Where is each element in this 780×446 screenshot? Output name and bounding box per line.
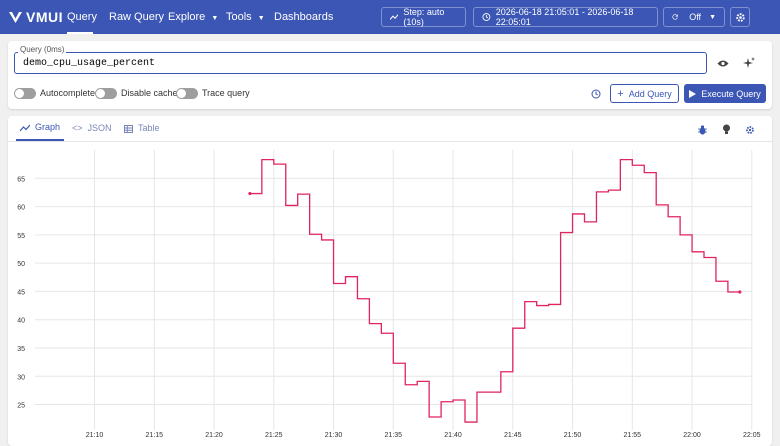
nav-tools-label: Tools	[226, 11, 252, 23]
eye-icon[interactable]	[716, 57, 730, 69]
query-input[interactable]: demo_cpu_usage_percent	[14, 52, 707, 74]
bug-icon[interactable]	[697, 124, 708, 135]
nav-explore-label: Explore	[168, 11, 206, 23]
nav-query[interactable]: Query	[67, 0, 97, 34]
execute-query-button[interactable]: Execute Query	[684, 84, 766, 103]
disable-cache-label: Disable cache	[121, 88, 178, 98]
clock-icon	[482, 13, 491, 21]
tab-graph-label: Graph	[35, 122, 61, 132]
tab-json-label: JSON	[87, 123, 112, 133]
graph-panel	[8, 116, 772, 446]
table-icon	[124, 124, 133, 133]
tab-graph[interactable]: Graph	[16, 116, 65, 141]
nav-raw-query[interactable]: Raw Query	[109, 0, 164, 34]
time-range-button[interactable]: 2026-06-18 21:05:01 - 2026-06-18 22:05:0…	[473, 7, 658, 27]
sparkle-icon[interactable]	[742, 56, 756, 69]
settings-button[interactable]	[730, 7, 750, 27]
nav-tools[interactable]: Tools ▼	[226, 0, 265, 34]
refresh-label: Off	[689, 12, 702, 22]
add-query-button[interactable]: + Add Query	[610, 84, 679, 103]
execute-query-label: Execute Query	[701, 88, 761, 99]
history-icon[interactable]	[590, 88, 602, 100]
vmui-logo[interactable]: VMUI	[8, 8, 63, 26]
disable-cache-toggle[interactable]	[95, 88, 117, 99]
refresh-button[interactable]: Off ▼	[663, 7, 725, 27]
refresh-icon	[672, 14, 678, 20]
plus-icon: +	[617, 87, 624, 100]
chevron-down-icon: ▼	[211, 15, 219, 22]
step-icon	[390, 14, 399, 20]
top-bar: VMUI Query Raw Query Explore ▼ Tools ▼ D…	[0, 0, 780, 34]
bulb-icon[interactable]	[720, 123, 732, 135]
tab-json[interactable]: <> JSON	[72, 116, 112, 141]
nav-explore[interactable]: Explore ▼	[168, 0, 218, 34]
code-icon: <>	[72, 123, 83, 133]
logo-text: VMUI	[26, 9, 63, 25]
trace-query-toggle[interactable]	[176, 88, 198, 99]
trace-query-label: Trace query	[202, 88, 250, 98]
tab-table-label: Table	[138, 123, 160, 133]
play-icon	[689, 89, 697, 98]
step-button[interactable]: Step: auto (10s)	[381, 7, 466, 27]
step-label: Step: auto (10s)	[403, 7, 445, 27]
nav-dashboards[interactable]: Dashboards	[274, 0, 333, 34]
autocomplete-toggle[interactable]	[14, 88, 36, 99]
graph-icon	[20, 124, 30, 131]
query-label: Query (0ms)	[18, 45, 67, 54]
add-query-label: Add Query	[628, 88, 672, 99]
chevron-down-icon: ▼	[709, 13, 716, 21]
autocomplete-label: Autocomplete	[40, 88, 96, 98]
tab-divider	[8, 141, 772, 142]
chevron-down-icon: ▼	[257, 15, 265, 22]
tab-table[interactable]: Table	[124, 116, 160, 141]
query-text: demo_cpu_usage_percent	[23, 58, 156, 69]
graph-settings-icon[interactable]	[744, 124, 755, 135]
gear-icon	[735, 12, 745, 22]
logo-icon	[9, 11, 22, 23]
time-range-label: 2026-06-18 21:05:01 - 2026-06-18 22:05:0…	[495, 7, 634, 27]
